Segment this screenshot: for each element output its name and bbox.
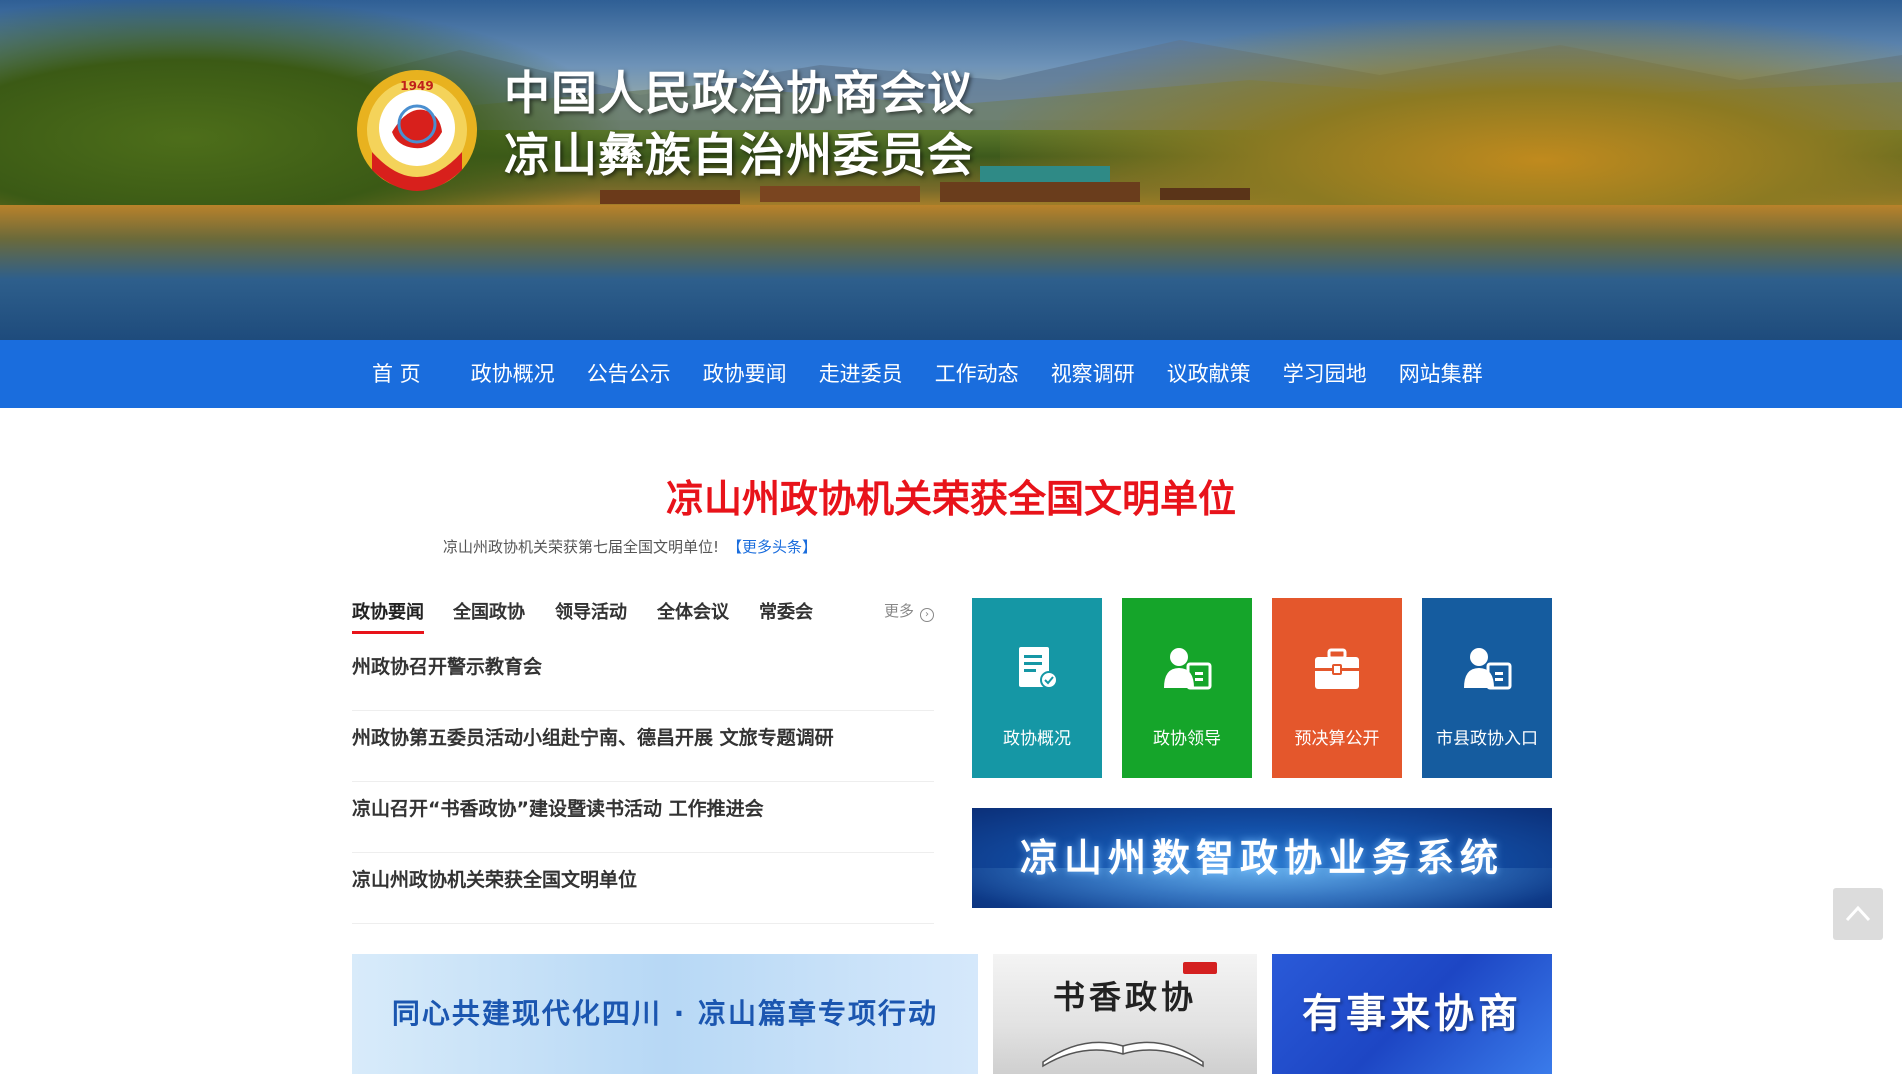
chevron-up-icon	[1845, 905, 1871, 922]
news-more-link[interactable]: 更多 ›	[884, 600, 934, 622]
tile-label: 政协概况	[1003, 729, 1071, 749]
digital-system-label: 凉山州数智政协业务系统	[1019, 836, 1504, 880]
headline-summary: 凉山州政协机关荣获第七届全国文明单位! 【更多头条】	[443, 536, 817, 557]
banner-consultation-label: 有事来协商	[1302, 991, 1522, 1037]
tab-cppcc-news[interactable]: 政协要闻	[352, 598, 424, 634]
tile-cppcc-leaders[interactable]: 政协领导	[1122, 598, 1252, 778]
person-card-icon	[1464, 648, 1512, 690]
tile-budget-disclosure[interactable]: 预决算公开	[1272, 598, 1402, 778]
main-nav: 首 页 政协概况 公告公示 政协要闻 走进委员 工作动态 视察调研 议政献策 学…	[0, 340, 1902, 408]
nav-item-members[interactable]: 走进委员	[803, 340, 919, 408]
chevron-right-circle-icon: ›	[920, 608, 934, 622]
news-item[interactable]: 凉山召开“书香政协”建设暨读书活动 工作推进会	[352, 782, 934, 853]
briefcase-icon	[1315, 648, 1359, 689]
person-card-icon	[1164, 648, 1212, 690]
headline-summary-text: 凉山州政协机关荣获第七届全国文明单位!	[443, 538, 720, 556]
news-tabs: 政协要闻 全国政协 领导活动 全体会议 常委会 更多 ›	[352, 598, 934, 634]
news-item[interactable]: 州政协召开警示教育会	[352, 640, 934, 711]
site-title: 中国人民政治协商会议 凉山彝族自治州委员会	[504, 62, 974, 186]
nav-item-site-cluster[interactable]: 网站集群	[1383, 340, 1499, 408]
tab-leader-activities[interactable]: 领导活动	[555, 598, 627, 624]
nav-item-news[interactable]: 政协要闻	[687, 340, 803, 408]
digital-cppcc-system-banner[interactable]: 凉山州数智政协业务系统	[972, 808, 1552, 908]
banner-consultation[interactable]: 有事来协商	[1272, 954, 1552, 1074]
tab-standing-committee[interactable]: 常委会	[759, 598, 813, 624]
news-item[interactable]: 凉山州政协机关荣获全国文明单位	[352, 853, 934, 924]
nav-item-announcements[interactable]: 公告公示	[571, 340, 687, 408]
site-title-line2: 凉山彝族自治州委员会	[504, 128, 974, 182]
banner-modern-sichuan[interactable]: 同心共建现代化四川 · 凉山篇章专项行动	[352, 954, 978, 1074]
banner-bookish-cppcc-label: 书香政协	[1052, 978, 1197, 1016]
nav-item-home[interactable]: 首 页	[350, 340, 455, 408]
headline-title[interactable]: 凉山州政协机关荣获全国文明单位	[0, 468, 1902, 523]
nav-item-learning[interactable]: 学习园地	[1267, 340, 1383, 408]
tile-label: 政协领导	[1153, 729, 1221, 749]
banner-lake	[0, 205, 1902, 340]
tile-county-cppcc-entry[interactable]: 市县政协入口	[1422, 598, 1552, 778]
nav-item-proposals[interactable]: 议政献策	[1151, 340, 1267, 408]
news-more-label: 更多	[883, 602, 914, 620]
tile-label: 市县政协入口	[1436, 729, 1538, 749]
tab-national-cppcc[interactable]: 全国政协	[453, 598, 525, 624]
open-book-icon	[1042, 1041, 1204, 1068]
nav-item-overview[interactable]: 政协概况	[455, 340, 571, 408]
news-list: 州政协召开警示教育会 州政协第五委员活动小组赴宁南、德昌开展 文旅专题调研 凉山…	[352, 640, 934, 924]
more-headlines-link[interactable]: 【更多头条】	[727, 538, 817, 556]
back-to-top-button[interactable]	[1833, 888, 1883, 940]
cppcc-emblem: 1949	[357, 70, 477, 191]
banner-modern-sichuan-label: 同心共建现代化四川 · 凉山篇章专项行动	[391, 997, 939, 1030]
tab-plenary[interactable]: 全体会议	[657, 598, 729, 624]
news-item[interactable]: 州政协第五委员活动小组赴宁南、德昌开展 文旅专题调研	[352, 711, 934, 782]
tile-cppcc-overview[interactable]: 政协概况	[972, 598, 1102, 778]
emblem-year: 1949	[400, 79, 433, 93]
header-banner: 1949 中国人民政治协商会议 凉山彝族自治州委员会	[0, 0, 1902, 340]
nav-item-inspection[interactable]: 视察调研	[1035, 340, 1151, 408]
nav-item-work-updates[interactable]: 工作动态	[919, 340, 1035, 408]
site-title-line1: 中国人民政治协商会议	[504, 66, 974, 120]
tile-label: 预决算公开	[1294, 729, 1380, 749]
banner-bookish-cppcc[interactable]: 书香政协	[993, 954, 1257, 1074]
document-icon	[1019, 647, 1058, 689]
